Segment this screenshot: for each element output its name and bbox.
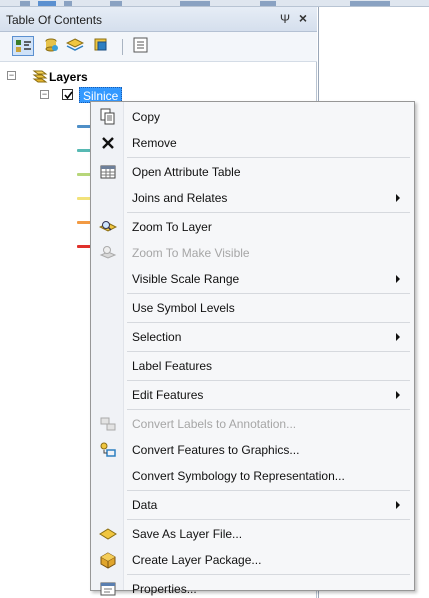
- menu-item-zoom-to-make-visible[interactable]: Zoom To Make Visible: [91, 240, 414, 266]
- table-icon: [100, 165, 116, 179]
- menu-item-label-features[interactable]: Label Features: [91, 353, 414, 379]
- menu-item-open-attribute-table[interactable]: Open Attribute Table: [91, 159, 414, 185]
- menu-item-convert-symbology-to-representation[interactable]: Convert Symbology to Representation...: [91, 463, 414, 489]
- list-by-source-icon: [45, 38, 58, 52]
- menu-item-label: Label Features: [132, 359, 213, 373]
- menu-item-label: Convert Symbology to Representation...: [132, 469, 345, 483]
- menu-item-properties[interactable]: Properties...: [91, 576, 414, 598]
- menu-separator: [127, 293, 410, 294]
- toolbar-chip: [64, 1, 72, 6]
- menu-item-label: Save As Layer File...: [132, 527, 243, 541]
- menu-item-save-as-layer-file[interactable]: Save As Layer File...: [91, 521, 414, 547]
- list-by-source-button[interactable]: [40, 36, 62, 56]
- checkmark-icon: [64, 91, 73, 100]
- menu-item-label: Visible Scale Range: [132, 272, 240, 286]
- toolbar-separator: [122, 39, 123, 55]
- list-by-selection-button[interactable]: [90, 36, 112, 56]
- menu-separator: [127, 322, 410, 323]
- pin-icon[interactable]: Ψ: [278, 12, 292, 26]
- menu-item-label: Convert Labels to Annotation...: [132, 417, 297, 431]
- menu-item-label: Use Symbol Levels: [132, 301, 235, 315]
- panel-titlebar[interactable]: Table Of Contents Ψ ×: [0, 7, 317, 32]
- toolbar-chip: [110, 1, 122, 6]
- toolbar-chip: [180, 1, 210, 6]
- menu-item-joins-and-relates[interactable]: Joins and Relates: [91, 185, 414, 211]
- layer-package-icon: [100, 552, 116, 569]
- submenu-arrow-icon: [396, 501, 400, 509]
- menu-item-remove[interactable]: Remove: [91, 130, 414, 156]
- submenu-arrow-icon: [396, 275, 400, 283]
- copy-icon: [100, 108, 115, 125]
- menu-separator: [127, 380, 410, 381]
- remove-icon: [102, 137, 114, 149]
- layer-file-icon: [99, 528, 117, 540]
- submenu-arrow-icon: [396, 333, 400, 341]
- menu-separator: [127, 574, 410, 575]
- layer-context-menu: Copy Remove Open Attribute Table Joins a…: [90, 101, 415, 596]
- toolbar-chip: [20, 1, 30, 6]
- toc-toolbar: [0, 32, 317, 62]
- toolbar-chip: [260, 1, 276, 6]
- zoom-to-layer-icon: [99, 221, 117, 232]
- layers-icon: [32, 70, 48, 83]
- menu-item-data[interactable]: Data: [91, 492, 414, 518]
- menu-item-selection[interactable]: Selection: [91, 324, 414, 350]
- submenu-arrow-icon: [396, 391, 400, 399]
- menu-item-convert-labels-to-annotation[interactable]: Convert Labels to Annotation...: [91, 411, 414, 437]
- menu-item-visible-scale-range[interactable]: Visible Scale Range: [91, 266, 414, 292]
- menu-item-label: Convert Features to Graphics...: [132, 443, 300, 457]
- close-icon[interactable]: ×: [296, 11, 310, 25]
- menu-item-label: Remove: [132, 136, 177, 150]
- menu-separator: [127, 351, 410, 352]
- menu-item-label: Properties...: [132, 582, 197, 596]
- list-by-visibility-icon: [66, 38, 84, 51]
- panel-title: Table Of Contents: [6, 13, 103, 27]
- menu-item-convert-features-to-graphics[interactable]: Convert Features to Graphics...: [91, 437, 414, 463]
- menu-separator: [127, 519, 410, 520]
- list-by-drawing-order-button[interactable]: [12, 36, 34, 56]
- silnice-expander[interactable]: −: [40, 90, 49, 99]
- toolbar-chip: [350, 1, 390, 6]
- menu-item-copy[interactable]: Copy: [91, 104, 414, 130]
- layers-label[interactable]: Layers: [49, 70, 88, 84]
- menu-separator: [127, 157, 410, 158]
- menu-item-label: Create Layer Package...: [132, 553, 262, 567]
- submenu-arrow-icon: [396, 194, 400, 202]
- menu-separator: [127, 212, 410, 213]
- list-by-visibility-button[interactable]: [64, 36, 86, 56]
- layer-visibility-checkbox[interactable]: [62, 89, 73, 100]
- menu-item-label: Copy: [132, 110, 161, 124]
- top-toolbar-strip: [0, 0, 429, 7]
- layers-expander[interactable]: −: [7, 71, 16, 80]
- menu-separator: [127, 490, 410, 491]
- menu-item-create-layer-package[interactable]: Create Layer Package...: [91, 547, 414, 573]
- convert-graphics-icon: [100, 442, 116, 457]
- menu-item-edit-features[interactable]: Edit Features: [91, 382, 414, 408]
- menu-item-label: Edit Features: [132, 388, 204, 402]
- toolbar-chip: [38, 1, 56, 6]
- menu-separator: [127, 409, 410, 410]
- options-button[interactable]: [130, 36, 152, 56]
- menu-item-use-symbol-levels[interactable]: Use Symbol Levels: [91, 295, 414, 321]
- menu-item-label: Selection: [132, 330, 182, 344]
- list-by-selection-icon: [94, 38, 107, 51]
- list-by-drawing-order-icon: [16, 40, 31, 52]
- menu-item-label: Data: [132, 498, 158, 512]
- properties-icon: [100, 582, 116, 596]
- zoom-to-make-visible-icon: [99, 246, 117, 259]
- menu-item-label: Zoom To Make Visible: [132, 246, 250, 260]
- menu-item-label: Zoom To Layer: [132, 220, 212, 234]
- options-icon: [133, 37, 148, 53]
- menu-item-label: Joins and Relates: [132, 191, 228, 205]
- convert-labels-icon: [100, 417, 116, 431]
- menu-item-label: Open Attribute Table: [132, 165, 241, 179]
- menu-item-zoom-to-layer[interactable]: Zoom To Layer: [91, 214, 414, 240]
